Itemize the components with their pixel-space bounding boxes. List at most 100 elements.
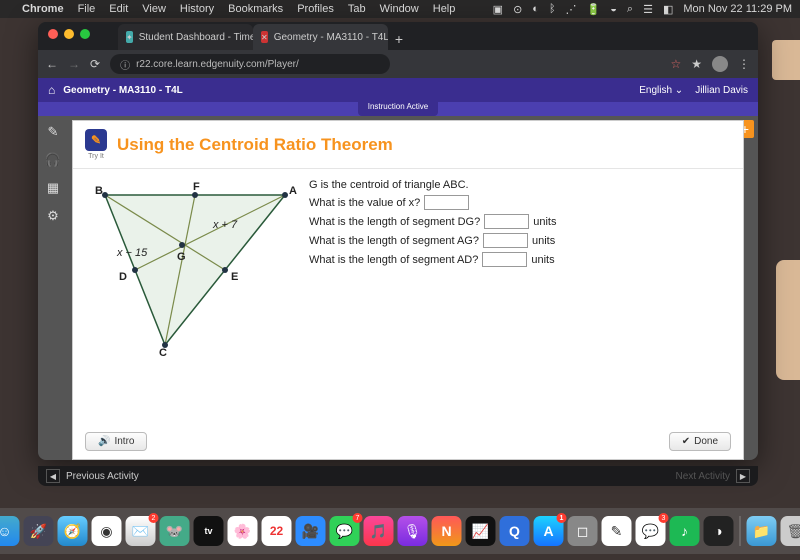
menu-edit[interactable]: Edit bbox=[109, 3, 128, 15]
dock-obs[interactable]: ◑ bbox=[704, 516, 734, 546]
tab-label: Geometry - MA3110 - T4L - Ed bbox=[274, 32, 388, 43]
tool-column: ✎ 🎧 ▦ ⚙ bbox=[38, 116, 68, 460]
language-selector[interactable]: English ⌄ bbox=[639, 85, 683, 96]
macos-menubar: Chrome File Edit View History Bookmarks … bbox=[0, 0, 800, 18]
dock-roblox[interactable]: ◻ bbox=[568, 516, 598, 546]
back-button[interactable]: ← bbox=[46, 57, 58, 71]
input-dg[interactable] bbox=[484, 214, 529, 229]
dock-messenger[interactable]: 💬3 bbox=[636, 516, 666, 546]
headphones-tool-icon[interactable]: 🎧 bbox=[43, 150, 63, 170]
menu-icon[interactable]: ⋮ bbox=[738, 57, 750, 71]
breadcrumb-bar: Instruction Active bbox=[38, 102, 758, 116]
status-control-icon[interactable]: ☰ bbox=[643, 3, 653, 16]
tab-student-dashboard[interactable]: ✦ Student Dashboard - Time4Le × bbox=[118, 24, 253, 50]
menubar-clock[interactable]: Mon Nov 22 11:29 PM bbox=[683, 3, 792, 15]
menu-tab[interactable]: Tab bbox=[348, 3, 366, 15]
status-zoom-icon[interactable]: ▣ bbox=[493, 3, 503, 16]
intro-text: G is the centroid of triangle ABC. bbox=[309, 179, 731, 191]
dock-time4learning[interactable]: 🐭 bbox=[160, 516, 190, 546]
dock-news[interactable]: N bbox=[432, 516, 462, 546]
favicon-icon: ✕ bbox=[261, 31, 268, 43]
status-display-icon[interactable]: ◐ bbox=[532, 3, 539, 15]
dock-chrome[interactable]: ◉ bbox=[92, 516, 122, 546]
tab-geometry[interactable]: ✕ Geometry - MA3110 - T4L - Ed × bbox=[253, 24, 388, 50]
home-icon[interactable]: ⌂ bbox=[48, 83, 55, 97]
input-ag[interactable] bbox=[483, 233, 528, 248]
next-activity-arrow[interactable]: ▶ bbox=[736, 469, 750, 483]
dock-appletv[interactable]: tv bbox=[194, 516, 224, 546]
profile-avatar[interactable] bbox=[712, 56, 728, 72]
slide-body: B F A D E G C x − 15 x + 7 G is the cent… bbox=[73, 169, 743, 371]
menu-bookmarks[interactable]: Bookmarks bbox=[228, 3, 283, 15]
calculator-tool-icon[interactable]: ▦ bbox=[43, 178, 63, 198]
tab-strip: ✦ Student Dashboard - Time4Le × ✕ Geomet… bbox=[38, 22, 758, 50]
star-icon[interactable]: ★ bbox=[691, 57, 702, 71]
dock-textedit[interactable]: ✎ bbox=[602, 516, 632, 546]
triangle-figure: B F A D E G C x − 15 x + 7 bbox=[85, 175, 305, 365]
status-bluetooth-icon[interactable]: ᛒ bbox=[549, 3, 556, 15]
favicon-icon: ✦ bbox=[126, 31, 133, 43]
breadcrumb-pill: Instruction Active bbox=[358, 102, 438, 116]
course-title: Geometry - MA3110 - T4L bbox=[63, 85, 182, 96]
menu-profiles[interactable]: Profiles bbox=[297, 3, 334, 15]
close-window-button[interactable] bbox=[48, 29, 58, 39]
settings-tool-icon[interactable]: ⚙ bbox=[43, 206, 63, 226]
menu-view[interactable]: View bbox=[142, 3, 166, 15]
dock-mail[interactable]: ✉️2 bbox=[126, 516, 156, 546]
try-it-icon: ✎ bbox=[85, 129, 107, 151]
question-dg: What is the length of segment DG? units bbox=[309, 214, 731, 229]
forward-button[interactable]: → bbox=[68, 57, 80, 71]
minimize-window-button[interactable] bbox=[64, 29, 74, 39]
dock-spotify[interactable]: ♪ bbox=[670, 516, 700, 546]
prev-activity-arrow[interactable]: ◀ bbox=[46, 469, 60, 483]
menu-help[interactable]: Help bbox=[433, 3, 456, 15]
dock-music[interactable]: 🎵 bbox=[364, 516, 394, 546]
dock-stocks[interactable]: 📈 bbox=[466, 516, 496, 546]
input-x[interactable] bbox=[424, 195, 469, 210]
status-search-icon[interactable]: ⌕ bbox=[627, 3, 633, 16]
menu-history[interactable]: History bbox=[180, 3, 214, 15]
vertex-e: E bbox=[231, 271, 238, 283]
menu-file[interactable]: File bbox=[78, 3, 96, 15]
done-button[interactable]: ✔ Done bbox=[669, 432, 731, 451]
dock-zoom[interactable]: 🎥 bbox=[296, 516, 326, 546]
dock-launchpad[interactable]: 🚀 bbox=[24, 516, 54, 546]
dock-messages[interactable]: 💬7 bbox=[330, 516, 360, 546]
dock-trash[interactable]: 🗑 bbox=[781, 516, 800, 546]
address-bar[interactable]: ⓘ r22.core.learn.edgenuity.com/Player/ bbox=[110, 54, 390, 74]
intro-button[interactable]: 🔊 Intro bbox=[85, 432, 147, 451]
status-wifi-icon[interactable]: ◒ bbox=[610, 3, 617, 15]
status-sync-icon[interactable]: ⊙ bbox=[513, 3, 522, 16]
site-info-icon[interactable]: ⓘ bbox=[120, 57, 130, 72]
background-window-peek bbox=[772, 40, 800, 80]
reload-button[interactable]: ⟳ bbox=[90, 57, 100, 71]
dock-quicktime[interactable]: Q bbox=[500, 516, 530, 546]
dock-photos[interactable]: 🌸 bbox=[228, 516, 258, 546]
course-header: ⌂ Geometry - MA3110 - T4L English ⌄ Jill… bbox=[38, 78, 758, 102]
status-battery-icon[interactable]: 🔋 bbox=[587, 3, 601, 16]
dock-safari[interactable]: 🧭 bbox=[58, 516, 88, 546]
vertex-a: A bbox=[289, 185, 297, 197]
status-user-icon[interactable]: ◧ bbox=[663, 3, 673, 16]
activity-footer: ◀ Previous Activity Next Activity ▶ bbox=[38, 466, 758, 486]
bookmark-icon[interactable]: ☆ bbox=[670, 57, 681, 71]
dock-appstore[interactable]: A1 bbox=[534, 516, 564, 546]
fullscreen-window-button[interactable] bbox=[80, 29, 90, 39]
menu-window[interactable]: Window bbox=[380, 3, 419, 15]
user-name[interactable]: Jillian Davis bbox=[695, 85, 748, 96]
try-it-label: Try It bbox=[85, 153, 107, 160]
vertex-b: B bbox=[95, 185, 103, 197]
pencil-tool-icon[interactable]: ✎ bbox=[43, 122, 63, 142]
menubar-app[interactable]: Chrome bbox=[22, 3, 64, 15]
input-ad[interactable] bbox=[482, 252, 527, 267]
dock-finder[interactable]: ☺ bbox=[0, 516, 20, 546]
dock-podcasts[interactable]: 🎙 bbox=[398, 516, 428, 546]
dock-calendar[interactable]: 22 bbox=[262, 516, 292, 546]
prev-activity-label[interactable]: Previous Activity bbox=[66, 471, 139, 482]
dock-downloads[interactable]: 📁 bbox=[747, 516, 777, 546]
chrome-window: ✦ Student Dashboard - Time4Le × ✕ Geomet… bbox=[38, 22, 758, 460]
new-tab-button[interactable]: + bbox=[388, 28, 410, 50]
next-activity-label: Next Activity bbox=[676, 471, 730, 482]
vertex-g: G bbox=[177, 251, 186, 263]
status-airdrop-icon[interactable]: ⋰ bbox=[566, 3, 577, 16]
